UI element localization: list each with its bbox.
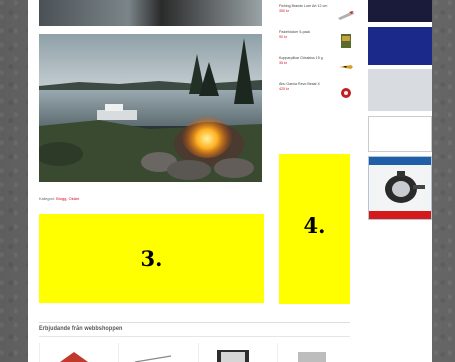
shop-product-item[interactable]: Fishing Brands Lure Art 12 cm 350 kr xyxy=(279,4,359,30)
page: Kategori: Blogg, Okänt 3. 4. Fishing Bra… xyxy=(28,0,432,362)
offer-box-image xyxy=(216,350,249,362)
banner-1-text xyxy=(368,0,432,2)
offer-product-card[interactable] xyxy=(197,343,271,362)
offer-product-card[interactable] xyxy=(118,343,191,362)
jig-thumbnail-icon xyxy=(339,65,353,69)
article-photo-top xyxy=(39,0,262,26)
fishing-reel-icon xyxy=(385,171,425,203)
banner-3-text xyxy=(368,69,432,71)
offer-product-card[interactable] xyxy=(39,343,112,362)
offer-rod-image xyxy=(135,355,172,362)
banner-2-text xyxy=(368,30,432,32)
category-link[interactable]: Blogg, Okänt xyxy=(56,196,79,201)
ad-slot-4[interactable]: 4. xyxy=(279,154,350,304)
lure-thumbnail-icon xyxy=(338,11,354,20)
shop-product-title[interactable]: Abu Garcia Revo Beast X xyxy=(279,82,335,86)
reel-thumbnail-icon xyxy=(341,88,351,98)
section-divider xyxy=(39,322,350,323)
shop-product-title[interactable]: Fiskeböcker 5-pack xyxy=(279,30,335,34)
ad-slot-3-label: 3. xyxy=(140,246,163,271)
article-photo-campfire[interactable] xyxy=(39,34,262,182)
campfire-photo-svg xyxy=(39,34,262,182)
category-label: Kategori: xyxy=(39,196,56,201)
shop-product-list: Fishing Brands Lure Art 12 cm 350 kr Fis… xyxy=(279,4,359,108)
book-thumbnail-icon xyxy=(341,34,351,48)
webshop-offers-heading: Erbjudande från webbshoppen xyxy=(39,326,123,332)
shop-product-item[interactable]: Kopparpilkar Gösskiss 15 g 35 kr xyxy=(279,56,359,82)
sidebar-banner-3[interactable] xyxy=(368,69,432,111)
webshop-offers-row xyxy=(39,343,350,362)
ad-slot-4-label: 4. xyxy=(303,212,326,238)
sidebar-banner-4[interactable] xyxy=(368,116,432,152)
banner-5-header xyxy=(369,157,431,165)
article-category-line: Kategori: Blogg, Okänt xyxy=(39,196,79,201)
offer-lure-image xyxy=(60,352,88,362)
section-divider-thin xyxy=(39,336,350,337)
offer-case-image xyxy=(297,352,326,362)
sidebar-banner-2[interactable] xyxy=(368,27,432,65)
sidebar-banner-1[interactable] xyxy=(368,0,432,22)
shop-product-item[interactable]: Abu Garcia Revo Beast X 425 kr xyxy=(279,82,359,108)
shop-product-title[interactable]: Kopparpilkar Gösskiss 15 g xyxy=(279,56,335,60)
sidebar-banners xyxy=(368,0,432,362)
shop-product-item[interactable]: Fiskeböcker 5-pack 90 kr xyxy=(279,30,359,56)
sidebar-banner-reel[interactable] xyxy=(368,156,432,220)
banner-5-footer xyxy=(369,211,431,219)
shop-product-title[interactable]: Fishing Brands Lure Art 12 cm xyxy=(279,4,335,8)
ad-slot-3[interactable]: 3. xyxy=(39,214,264,303)
offer-product-card[interactable] xyxy=(276,343,350,362)
banner-4-text xyxy=(369,117,431,119)
